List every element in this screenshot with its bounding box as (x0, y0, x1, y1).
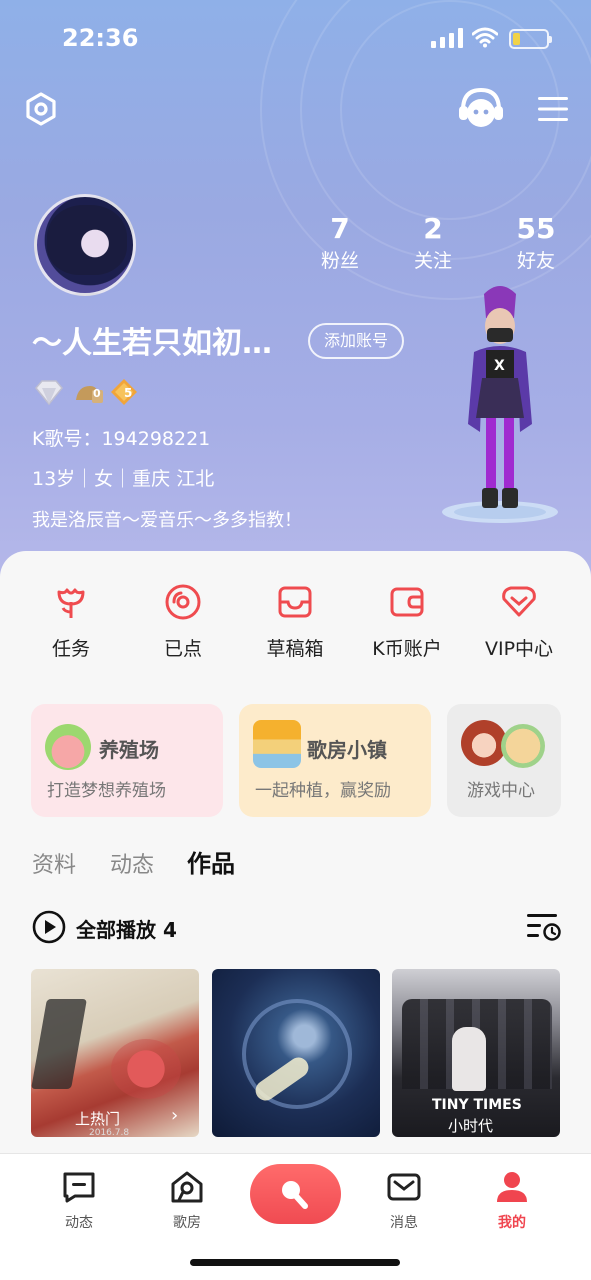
stat-value: 55 (516, 212, 556, 245)
shortcut-vip[interactable]: VIP中心 (469, 582, 569, 661)
message-icon (387, 1173, 421, 1201)
stat-label: 关注 (413, 250, 452, 272)
work-thumbnail[interactable]: 上热门 2016.7.8 › (31, 969, 199, 1137)
profile-details: 13岁｜女｜重庆 江北 (32, 468, 215, 490)
play-all-label: 全部播放 4 (76, 918, 177, 942)
stat-following[interactable]: 2 关注 (393, 212, 473, 276)
card-town[interactable]: 歌房小镇 一起种植，赢奖励 (239, 704, 431, 817)
shortcut-label: 已点 (163, 638, 202, 660)
shortcut-ordered[interactable]: 已点 (133, 582, 233, 661)
shortcut-tasks[interactable]: 任务 (21, 582, 121, 661)
game-building-icon (501, 724, 545, 768)
level-badge-count: 5 (124, 386, 133, 400)
nav-room[interactable]: 歌房 (152, 1170, 222, 1232)
play-history-icon[interactable] (527, 912, 561, 942)
home-indicator (190, 1259, 400, 1266)
shortcut-kcoin[interactable]: K币账户 (357, 582, 457, 661)
nav-messages[interactable]: 消息 (369, 1170, 439, 1232)
nickname: ～人生若只如初… (32, 326, 272, 361)
stat-friends[interactable]: 55 好友 (496, 212, 576, 276)
card-title: 歌房小镇 (307, 738, 387, 762)
disc-icon (165, 584, 201, 620)
status-bar: 22:36 (0, 0, 591, 80)
work-thumbnail[interactable] (212, 969, 380, 1137)
tab-profile-info[interactable]: 资料 (32, 847, 76, 879)
add-account-button[interactable]: 添加账号 (308, 323, 404, 359)
work-thumbnail[interactable]: TINY TIMES 小时代 (392, 969, 560, 1137)
record-button[interactable] (250, 1164, 341, 1224)
flower-icon (57, 588, 85, 618)
svg-text:X: X (494, 358, 505, 374)
stat-label: 粉丝 (320, 250, 359, 272)
work-date: 2016.7.8 (89, 1128, 130, 1137)
bronze-badge-count: 0 (93, 387, 101, 400)
inbox-icon (278, 586, 312, 618)
tab-works[interactable]: 作品 (187, 844, 235, 879)
wallet-icon (390, 587, 424, 617)
microphone-icon (282, 1181, 308, 1209)
card-title: 养殖场 (99, 738, 159, 762)
tab-activity[interactable]: 动态 (110, 847, 154, 879)
stat-value: 2 (423, 212, 443, 245)
play-icon (32, 910, 66, 944)
hot-caption: 上热门 (75, 1110, 121, 1128)
3d-avatar-figure[interactable]: X (440, 282, 560, 527)
nav-label: 歌房 (173, 1215, 201, 1231)
shortcut-drafts[interactable]: 草稿箱 (245, 582, 345, 661)
profile-bio: 我是洛辰音～爱音乐～多多指教！ (32, 510, 302, 531)
battery-icon (509, 29, 552, 49)
feed-icon (63, 1172, 95, 1203)
shortcut-label: 任务 (51, 638, 90, 660)
pig-icon (45, 724, 91, 770)
nav-label: 消息 (390, 1215, 418, 1231)
k-id: K歌号：194298221 (32, 428, 211, 450)
card-subtitle: 一起种植，赢奖励 (255, 781, 391, 801)
movie-title-cn: 小时代 (448, 1117, 494, 1135)
shortcut-label: K币账户 (372, 638, 442, 660)
card-subtitle: 打造梦想养殖场 (47, 781, 166, 801)
nav-feed[interactable]: 动态 (44, 1170, 114, 1232)
headphone-listen-icon[interactable] (458, 86, 504, 130)
cellular-signal-icon (431, 28, 463, 48)
avatar[interactable] (34, 194, 136, 296)
vip-heart-icon (502, 586, 536, 617)
diamond-badge-icon[interactable] (34, 378, 64, 406)
nav-label: 我的 (498, 1215, 526, 1231)
movie-title-en: TINY TIMES (432, 1097, 522, 1113)
stat-fans[interactable]: 7 粉丝 (300, 212, 380, 276)
shortcut-label: VIP中心 (484, 638, 554, 660)
card-subtitle: 游戏中心 (467, 781, 535, 801)
room-icon (171, 1171, 203, 1203)
nav-profile[interactable]: 我的 (477, 1170, 547, 1232)
card-game-center[interactable]: 游戏中心 (447, 704, 561, 817)
card-farm[interactable]: 养殖场 打造梦想养殖场 (31, 704, 223, 817)
town-shop-icon (253, 720, 301, 768)
shortcut-label: 草稿箱 (266, 638, 324, 660)
stat-value: 7 (330, 212, 350, 245)
menu-icon[interactable] (538, 96, 568, 122)
wifi-icon (472, 27, 498, 48)
nav-label: 动态 (65, 1215, 93, 1231)
profile-icon (497, 1172, 527, 1202)
chevron-right-icon: › (171, 1105, 179, 1126)
settings-icon[interactable] (24, 92, 58, 126)
stat-label: 好友 (516, 250, 555, 272)
status-time: 22:36 (62, 24, 139, 52)
